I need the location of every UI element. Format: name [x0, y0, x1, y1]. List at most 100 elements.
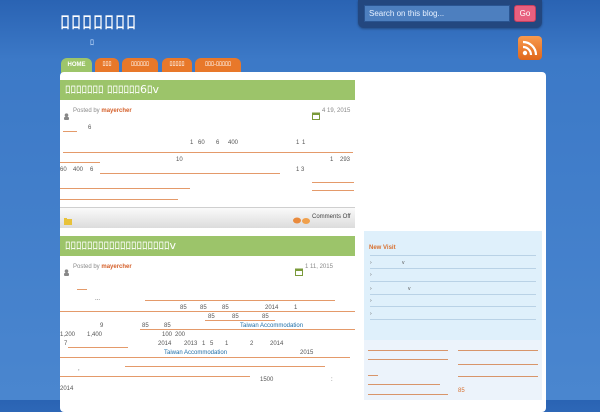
text-fragment: 10 — [176, 157, 183, 163]
divider — [370, 306, 536, 307]
tab-5[interactable]: ﾛﾛﾛ-ﾛﾛﾛﾛﾛ — [195, 58, 241, 73]
text-line — [60, 357, 350, 358]
tab-3[interactable]: ﾛﾛﾛﾛﾛﾛ — [122, 58, 158, 73]
text-line — [368, 350, 448, 351]
search-input[interactable] — [364, 5, 510, 22]
text-line — [145, 300, 335, 301]
sidebar-link[interactable]: 85 — [458, 388, 465, 394]
divider — [370, 255, 536, 256]
text-fragment: 2015 — [300, 350, 314, 356]
text-line — [63, 131, 77, 132]
list-item-text[interactable]: v — [408, 286, 411, 292]
text-fragment: 2013 — [184, 341, 198, 347]
divider — [370, 319, 536, 320]
user-icon — [63, 107, 70, 125]
divider — [370, 281, 536, 282]
post-date: 4 19, 2015 — [322, 108, 351, 114]
post-date: 1 11, 2015 — [305, 264, 333, 270]
text-line — [68, 347, 128, 348]
text-fragment: 1 — [202, 341, 206, 347]
search-box: Go — [358, 0, 542, 28]
text-line — [312, 190, 354, 191]
text-fragment: 1 — [296, 140, 300, 146]
posted-by-label: Posted by — [73, 264, 100, 270]
tab-home[interactable]: HOME — [61, 58, 92, 73]
text-line — [63, 152, 353, 153]
text-fragment: 1500 — [260, 377, 274, 383]
blog-title[interactable]: ﾛﾛﾛﾛﾛﾛﾛ — [60, 6, 137, 35]
text-fragment: 60 — [60, 167, 67, 173]
text-fragment: 2014 — [158, 341, 172, 347]
text-line — [368, 359, 448, 360]
post-author[interactable]: mayercher — [101, 264, 131, 270]
text-fragment: 1 — [330, 157, 334, 163]
posted-by-label: Posted by — [73, 108, 100, 114]
text-fragment: 400 — [228, 140, 239, 146]
list-item[interactable]: › — [370, 311, 372, 317]
comments-link[interactable]: Comments Off — [312, 214, 351, 220]
text-line — [368, 375, 378, 376]
search-go-button[interactable]: Go — [514, 5, 536, 22]
text-fragment: ... — [95, 296, 101, 302]
text-fragment: 60 — [198, 140, 205, 146]
text-fragment: 9 — [100, 323, 104, 329]
post-title[interactable]: ﾛﾛﾛﾛﾛﾛﾛ ﾛﾛﾛﾛﾛﾛ6ﾛv — [60, 80, 355, 100]
text-line — [60, 188, 190, 189]
text-line — [458, 350, 538, 351]
text-fragment: 1 — [225, 341, 229, 347]
folder-icon — [64, 212, 72, 230]
comments-icon — [293, 212, 311, 230]
post-meta: Posted by mayercher — [73, 108, 132, 114]
list-item[interactable]: › — [370, 260, 372, 266]
calendar-icon — [312, 107, 320, 125]
text-fragment: 100 — [162, 332, 173, 338]
tab-2[interactable]: ﾛﾛﾛ — [95, 58, 119, 73]
text-line — [368, 384, 440, 385]
blog-description: ﾛ — [90, 38, 94, 47]
rss-icon[interactable] — [518, 36, 542, 60]
text-line — [100, 173, 280, 174]
text-fragment: 6 — [88, 125, 92, 131]
text-line — [205, 320, 275, 321]
list-item[interactable]: › — [370, 272, 372, 278]
list-item-text[interactable]: v — [402, 260, 405, 266]
calendar-icon — [295, 263, 303, 281]
text-line — [312, 182, 354, 183]
text-line — [125, 366, 325, 367]
text-fragment: 6 — [90, 167, 94, 173]
text-fragment: : — [331, 377, 333, 383]
text-line — [368, 394, 448, 395]
text-line — [60, 199, 178, 200]
user-icon — [63, 263, 70, 281]
text-fragment: 2014 — [60, 386, 74, 392]
text-fragment: 1,200 — [60, 332, 76, 338]
new-visit-title: New Visit — [369, 245, 396, 251]
text-line — [60, 162, 100, 163]
text-fragment: 400 — [73, 167, 84, 173]
text-line — [60, 376, 250, 377]
text-fragment: 1 — [302, 140, 306, 146]
text-fragment: 1 — [190, 140, 194, 146]
text-line — [140, 329, 355, 330]
text-fragment: 2014 — [270, 341, 284, 347]
text-line — [60, 311, 355, 312]
sidebar-bottom — [364, 340, 542, 400]
divider — [370, 294, 536, 295]
taiwan-accommodation-link[interactable]: Taiwan Accommodation — [164, 350, 227, 356]
list-item[interactable]: › — [370, 286, 372, 292]
text-fragment: 200 — [175, 332, 186, 338]
text-fragment: 2 — [250, 341, 254, 347]
divider — [370, 268, 536, 269]
text-fragment: , — [78, 366, 80, 372]
text-fragment: 5 — [210, 341, 214, 347]
tab-4[interactable]: ﾛﾛﾛﾛﾛ — [162, 58, 192, 73]
text-line — [458, 376, 538, 377]
post-meta: Posted by mayercher — [73, 264, 132, 270]
text-line — [458, 364, 538, 365]
post-title[interactable]: ﾛﾛﾛﾛﾛﾛﾛﾛﾛﾛﾛﾛﾛﾛﾛﾛﾛﾛﾛv — [60, 236, 355, 256]
text-fragment: 1 3 — [296, 167, 305, 173]
post-author[interactable]: mayercher — [101, 108, 131, 114]
text-fragment: 1,400 — [87, 332, 103, 338]
list-item[interactable]: › — [370, 298, 372, 304]
text-line — [77, 289, 87, 290]
